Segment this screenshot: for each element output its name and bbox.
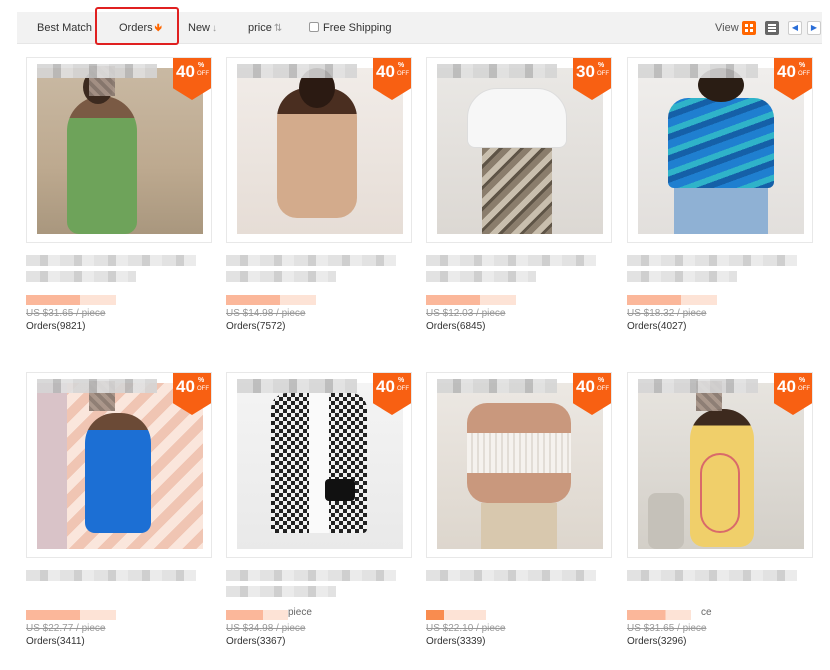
watermark-blur	[638, 379, 758, 393]
original-price: US $31.65 / piece	[627, 623, 707, 634]
photo-white-wrap-top	[437, 383, 603, 549]
product-card[interactable]: 40% OFF ce US $31.65 / piece Orders(3296)	[627, 372, 813, 662]
product-image[interactable]: 40% OFF	[627, 372, 813, 558]
original-price: US $34.98 / piece	[226, 623, 306, 634]
product-image[interactable]: 40% OFF	[26, 57, 212, 243]
product-image[interactable]: 40% OFF	[26, 372, 212, 558]
title-blur	[26, 255, 196, 266]
sort-down-arrow-icon: ↓	[212, 23, 218, 34]
product-image[interactable]: 40% OFF	[426, 372, 612, 558]
order-count: Orders(6845)	[426, 321, 486, 332]
product-card[interactable]: 30% OFF US $12.03 / piece Orders(6845)	[426, 57, 612, 347]
title-blur	[627, 255, 797, 266]
order-count: Orders(3296)	[627, 636, 687, 647]
product-card[interactable]: 40% OFF US $22.77 / piece Orders(3411)	[26, 372, 212, 662]
original-price: US $31.65 / piece	[26, 308, 106, 319]
view-label: View	[715, 22, 739, 34]
discount-value: 40	[376, 377, 395, 396]
product-image[interactable]: 30% OFF	[426, 57, 612, 243]
title-blur	[426, 255, 596, 266]
photo-beige-dress	[237, 68, 403, 234]
discount-value: 40	[176, 377, 195, 396]
free-shipping-checkbox[interactable]	[309, 22, 319, 32]
product-image[interactable]: 40% OFF	[226, 372, 412, 558]
original-price: US $12.03 / piece	[426, 308, 506, 319]
order-count: Orders(3367)	[226, 636, 286, 647]
photo-blue-top	[638, 68, 804, 234]
order-count: Orders(4027)	[627, 321, 687, 332]
order-count: Orders(7572)	[226, 321, 286, 332]
product-card[interactable]: 40% OFF US $31.65 / piece Orders(9821)	[26, 57, 212, 347]
grid-view-icon[interactable]	[742, 21, 756, 35]
product-card[interactable]: 40% OFF US $14.98 / piece Orders(7572)	[226, 57, 412, 347]
title-blur	[627, 570, 797, 581]
product-card[interactable]: 40% OFF US $18.32 / piece Orders(4027)	[627, 57, 813, 347]
product-card[interactable]: 40% OFF US $22.10 / piece Orders(3339)	[426, 372, 612, 662]
price-suffix: ce	[701, 607, 712, 618]
original-price: US $14.98 / piece	[226, 308, 306, 319]
free-shipping-label: Free Shipping	[323, 22, 392, 34]
price-blur	[26, 610, 116, 620]
sort-updown-arrow-icon: ⇅	[273, 23, 283, 34]
price-blur	[226, 610, 288, 620]
discount-value: 40	[176, 62, 195, 81]
original-price: US $22.77 / piece	[26, 623, 106, 634]
discount-value: 30	[576, 62, 595, 81]
photo-houndstooth-cardigan	[237, 383, 403, 549]
product-image[interactable]: 40% OFF	[627, 57, 813, 243]
price-blur	[226, 295, 316, 305]
order-count: Orders(3339)	[426, 636, 486, 647]
next-page-icon[interactable]: ▶	[807, 21, 821, 35]
title-blur	[426, 271, 536, 282]
watermark-blur	[638, 64, 758, 78]
sort-new-label: New	[188, 22, 211, 34]
price-suffix: piece	[288, 607, 312, 618]
sort-price[interactable]: price ⇅	[248, 12, 282, 44]
price-blur	[627, 295, 717, 305]
price-blur	[426, 295, 516, 305]
order-count: Orders(3411)	[26, 636, 85, 647]
title-blur	[226, 271, 336, 282]
orders-highlight-box	[95, 7, 179, 45]
title-blur	[226, 586, 336, 597]
title-blur	[426, 570, 596, 581]
title-blur	[226, 570, 396, 581]
watermark-blur	[437, 64, 557, 78]
prev-page-icon[interactable]: ◀	[788, 21, 802, 35]
sort-new[interactable]: New ↓	[188, 12, 217, 44]
price-blur	[26, 295, 116, 305]
photo-green-dress	[37, 68, 203, 234]
photo-white-top	[437, 68, 603, 234]
discount-value: 40	[576, 377, 595, 396]
watermark-blur	[37, 64, 157, 78]
sort-best-match[interactable]: Best Match	[37, 12, 92, 44]
title-blur	[627, 271, 737, 282]
sort-price-label: price	[248, 22, 272, 34]
list-view-icon[interactable]	[765, 21, 779, 35]
title-blur	[226, 255, 396, 266]
price-blur	[426, 610, 486, 620]
price-blur	[627, 610, 691, 620]
discount-value: 40	[777, 377, 796, 396]
watermark-blur	[237, 64, 357, 78]
title-blur	[26, 570, 196, 581]
watermark-blur	[437, 379, 557, 393]
title-blur	[26, 271, 136, 282]
free-shipping-filter[interactable]: Free Shipping	[309, 12, 392, 44]
watermark-blur	[237, 379, 357, 393]
photo-blue-halter-dress	[37, 383, 203, 549]
discount-value: 40	[777, 62, 796, 81]
product-card[interactable]: 40% OFF piece US $34.98 / piece Orders(33…	[226, 372, 412, 662]
product-image[interactable]: 40% OFF	[226, 57, 412, 243]
original-price: US $22.10 / piece	[426, 623, 506, 634]
original-price: US $18.32 / piece	[627, 308, 707, 319]
watermark-blur	[37, 379, 157, 393]
order-count: Orders(9821)	[26, 321, 86, 332]
discount-value: 40	[376, 62, 395, 81]
